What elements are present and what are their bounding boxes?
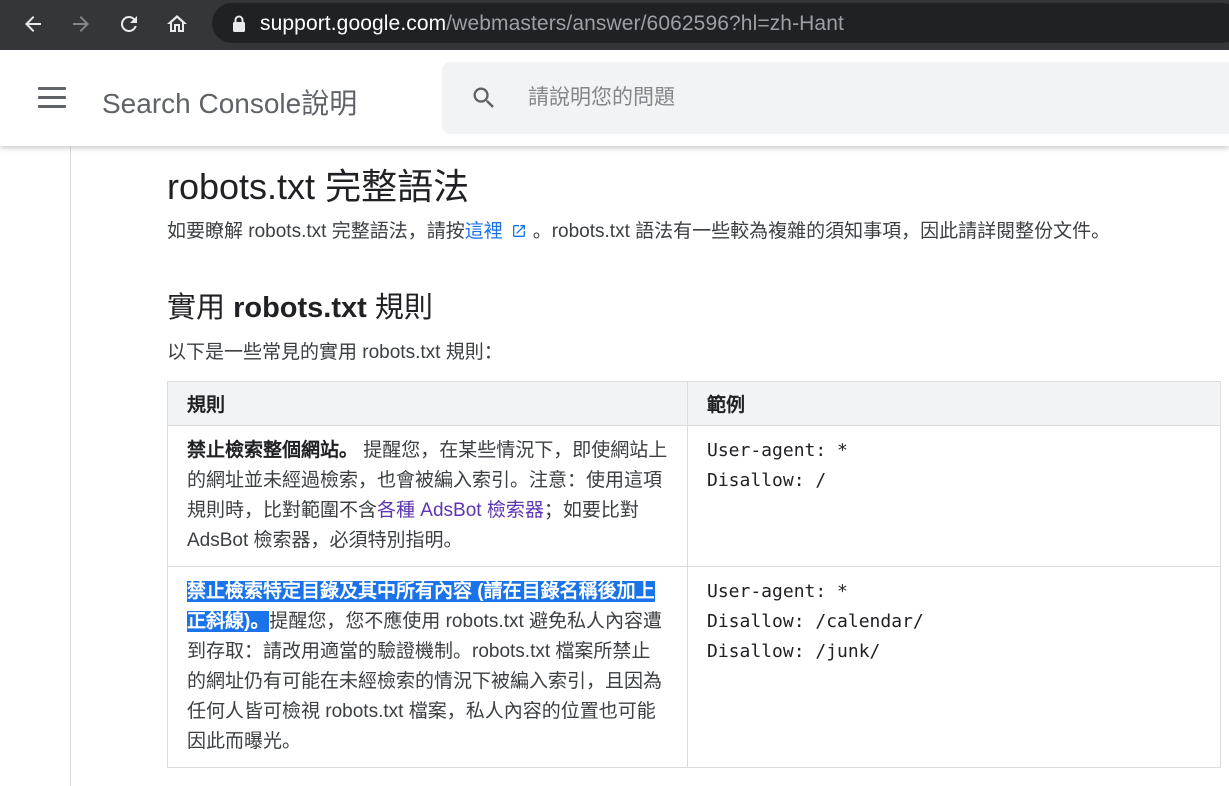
table-row: 禁止檢索特定目錄及其中所有內容 (請在目錄名稱後加上正斜線)。提醒您，您不應使用… (167, 566, 1221, 768)
external-link-icon[interactable] (511, 223, 527, 239)
adsbot-crawlers-link[interactable]: 各種 AdsBot 檢索器 (377, 500, 544, 521)
rule-cell: 禁止檢索整個網站。 提醒您，在某些情況下，即使網站上的網址並未經過檢索，也會被編… (167, 425, 688, 567)
rule-name: 禁止檢索整個網站。 (187, 440, 359, 461)
section-heading-rules: 實用 robots.txt 規則 (167, 284, 433, 326)
section-lead: 以下是一些常見的實用 robots.txt 規則： (167, 342, 503, 363)
forward-arrow-icon (73, 16, 89, 32)
url-path: /webmasters/answer/6062596?hl=zh-Hant (446, 12, 844, 35)
url-host: support.google.com (260, 12, 447, 35)
url-text: support.google.com/webmasters/answer/606… (260, 12, 844, 36)
home-icon (167, 15, 187, 32)
section-prefix: 實用 (167, 292, 234, 324)
header-example: 範例 (687, 381, 1221, 426)
back-button[interactable] (16, 7, 50, 41)
intro-text-before: 如要瞭解 robots.txt 完整語法，請按 (167, 221, 465, 242)
rule-text: 提醒您，您不應使用 robots.txt 避免私人內容遭到存取：請改用適當的驗證… (187, 611, 663, 752)
here-link[interactable]: 這裡 (465, 221, 503, 242)
table-row: 禁止檢索整個網站。 提醒您，在某些情況下，即使網站上的網址並未經過檢索，也會被編… (167, 425, 1221, 567)
app-header: Search Console說明 (0, 50, 1229, 146)
section-bold: robots.txt (233, 292, 367, 324)
section-heading-syntax: robots.txt 完整語法 (167, 166, 470, 207)
code-example: User-agent: * Disallow: /calendar/ Disal… (707, 581, 924, 662)
header-rule: 規則 (167, 381, 688, 426)
section-suffix: 規則 (366, 292, 433, 324)
table-header-row: 規則 範例 (167, 381, 1221, 426)
search-icon[interactable] (470, 84, 498, 112)
intro-text-after: 。robots.txt 語法有一些較為複雜的須知事項，因此請詳閱整份文件。 (532, 221, 1111, 242)
hamburger-menu-icon[interactable] (38, 87, 70, 109)
reload-icon (120, 15, 137, 32)
example-cell: User-agent: * Disallow: / (687, 425, 1221, 567)
search-box[interactable] (442, 62, 1229, 134)
app-title[interactable]: Search Console說明 (102, 82, 357, 122)
lock-icon (233, 15, 245, 32)
intro-paragraph: 如要瞭解 robots.txt 完整語法，請按這裡 。robots.txt 語法有… (167, 216, 1110, 243)
search-input[interactable] (528, 62, 1208, 134)
browser-toolbar: support.google.com/webmasters/answer/606… (0, 0, 1229, 50)
left-divider (70, 146, 71, 786)
code-example: User-agent: * Disallow: / (707, 440, 848, 491)
forward-button[interactable] (64, 7, 98, 41)
home-button[interactable] (160, 7, 194, 41)
example-cell: User-agent: * Disallow: /calendar/ Disal… (687, 566, 1221, 768)
rules-table: 規則 範例 禁止檢索整個網站。 提醒您，在某些情況下，即使網站上的網址並未經過檢… (167, 381, 1221, 768)
back-arrow-icon (25, 16, 41, 32)
rule-cell: 禁止檢索特定目錄及其中所有內容 (請在目錄名稱後加上正斜線)。提醒您，您不應使用… (167, 566, 688, 768)
address-bar[interactable]: support.google.com/webmasters/answer/606… (212, 3, 1229, 43)
reload-button[interactable] (112, 7, 146, 41)
